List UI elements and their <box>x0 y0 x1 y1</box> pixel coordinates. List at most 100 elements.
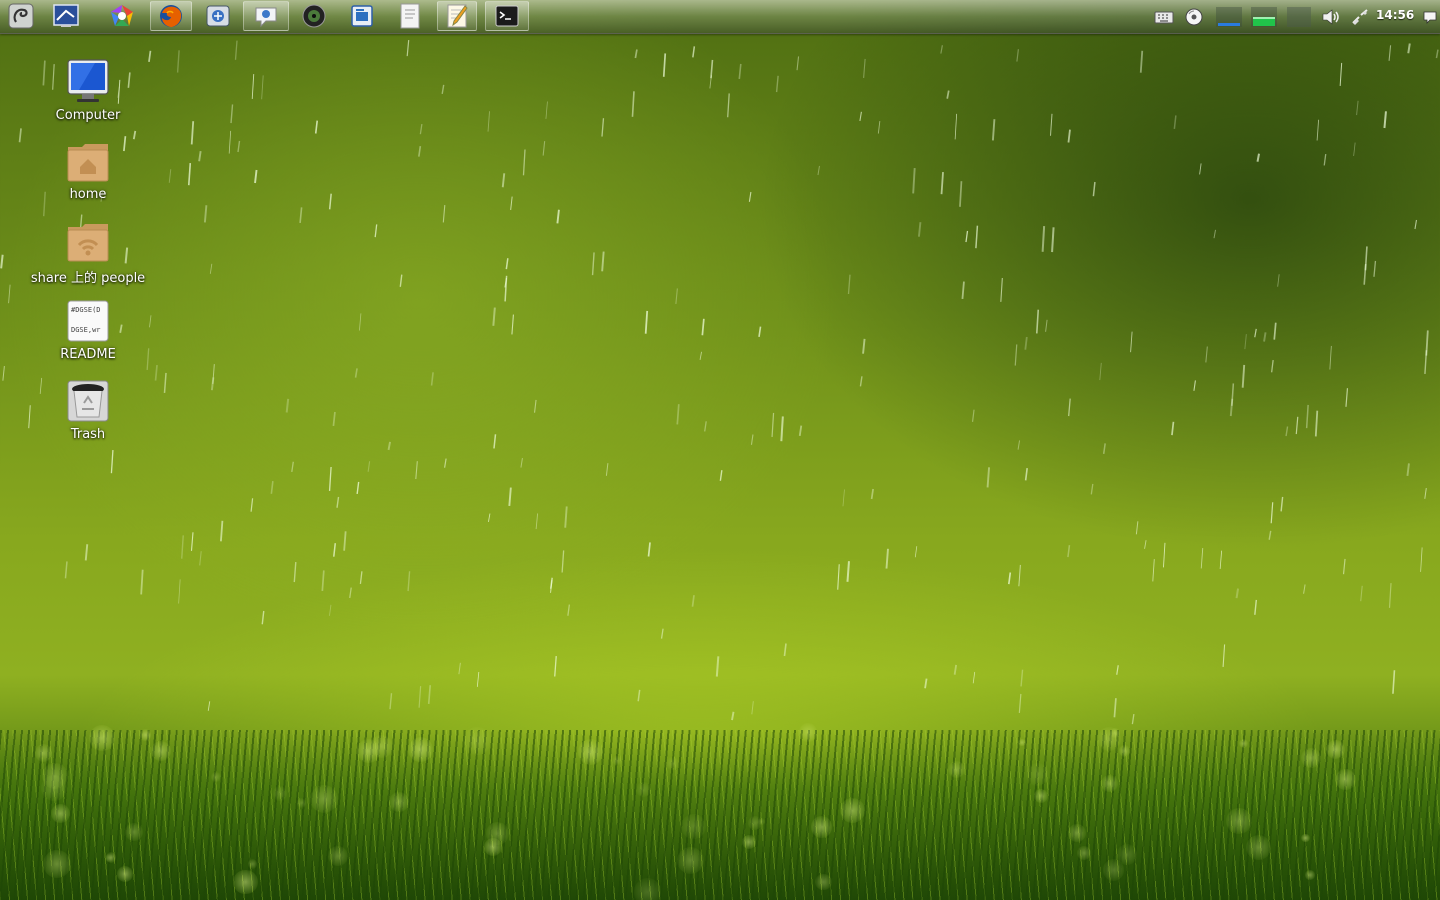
readme-preview-line-1: #DGSE(D <box>71 306 101 314</box>
raindrop <box>798 425 803 437</box>
raindrop <box>556 209 560 224</box>
raindrop <box>254 169 258 184</box>
desktop-icon-network-share[interactable]: share 上的 people <box>18 219 158 286</box>
volume-icon <box>1322 9 1339 25</box>
raindrop <box>1285 426 1289 437</box>
raindrop <box>1130 331 1133 353</box>
firefox-launcher[interactable] <box>150 1 192 31</box>
raindrop <box>1116 665 1119 675</box>
raindrop <box>1425 330 1429 356</box>
raindrop <box>442 204 446 223</box>
raindrop <box>374 224 378 238</box>
bokeh-dot <box>810 816 833 838</box>
panel-clock[interactable]: 14:56 <box>1376 8 1414 22</box>
desktop-manager-launcher[interactable] <box>47 1 85 31</box>
raindrop <box>2 366 5 381</box>
desktop-icon-label: Trash <box>70 427 106 442</box>
raindrop <box>8 284 11 304</box>
raindrop <box>758 326 762 337</box>
bokeh-dot <box>1116 844 1138 865</box>
keyboard-tray-button[interactable] <box>1153 6 1175 28</box>
text-editor-launcher[interactable] <box>437 1 477 31</box>
raindrop <box>228 130 232 154</box>
volume-tray-button[interactable] <box>1320 6 1342 28</box>
raindrop <box>178 579 181 604</box>
raindrop <box>859 111 862 122</box>
bokeh-dot <box>139 729 152 741</box>
raindrop <box>750 434 754 445</box>
mail-launcher[interactable] <box>199 1 237 31</box>
raindrop <box>1363 263 1367 285</box>
cpu-monitor-tray[interactable] <box>1250 6 1278 28</box>
bokeh-dot <box>1226 807 1253 834</box>
raindrop <box>1219 550 1223 569</box>
trash-icon <box>67 380 109 422</box>
raindrop <box>1270 360 1274 373</box>
raindrop <box>877 120 881 134</box>
raindrop <box>329 604 332 616</box>
chat-launcher[interactable] <box>243 1 289 31</box>
raindrop <box>190 121 195 145</box>
raindrop <box>1090 483 1094 495</box>
raindrop <box>971 409 975 422</box>
raindrop <box>647 542 651 557</box>
raindrop <box>1113 698 1117 718</box>
raindrop <box>356 481 360 495</box>
network-icon <box>1352 9 1368 25</box>
raindrop <box>727 93 730 118</box>
raindrop <box>1018 693 1022 713</box>
desktop-icon-computer[interactable]: Computer <box>18 58 158 123</box>
raindrop <box>715 656 720 677</box>
raindrop <box>418 686 422 708</box>
raindrop <box>64 561 68 579</box>
raindrop <box>441 84 445 95</box>
raindrop <box>1199 163 1202 175</box>
desktop-icon-home[interactable]: home <box>18 139 158 202</box>
notification-button[interactable] <box>1421 6 1439 28</box>
disc-tray-button[interactable] <box>1183 6 1205 28</box>
file-manager-launcher[interactable] <box>391 1 429 31</box>
bokeh-dot <box>634 878 662 900</box>
terminal-launcher[interactable] <box>485 1 529 31</box>
workspace-switcher[interactable] <box>1286 6 1312 28</box>
raindrop <box>176 50 180 73</box>
raindrop <box>328 193 332 210</box>
desktop-icon-readme[interactable]: #DGSE(D DGSE,wr README <box>18 299 158 362</box>
raindrop <box>783 643 787 657</box>
raindrop <box>959 181 963 207</box>
raindrop <box>333 543 337 557</box>
raindrop <box>359 571 363 584</box>
raindrop <box>354 368 358 378</box>
chat-client-icon <box>255 7 277 28</box>
raindrop <box>1041 225 1046 252</box>
raindrop <box>1254 328 1257 338</box>
raindrop <box>564 506 568 528</box>
raindrop <box>1244 334 1247 350</box>
network-tray-button[interactable] <box>1349 6 1371 28</box>
media-player-launcher[interactable] <box>295 1 333 31</box>
bokeh-dot <box>1246 834 1272 860</box>
raindrop <box>1383 111 1387 129</box>
raindrop <box>285 398 290 413</box>
raindrop <box>1388 583 1392 608</box>
raindrop <box>1373 260 1377 277</box>
raindrop <box>168 169 172 183</box>
raindrop <box>637 689 641 702</box>
raindrop <box>1388 45 1392 61</box>
chrome-launcher[interactable] <box>103 1 141 31</box>
app-menu-button[interactable] <box>2 1 40 31</box>
network-monitor-tray[interactable] <box>1215 6 1243 28</box>
document-viewer-launcher[interactable] <box>343 1 381 31</box>
raindrop <box>1024 336 1028 350</box>
raindrop <box>198 150 202 162</box>
raindrop <box>505 258 509 270</box>
raindrop <box>359 313 362 331</box>
desktop-icon-label: Computer <box>55 108 121 123</box>
raindrop <box>991 119 996 141</box>
raindrop <box>542 141 546 156</box>
raindrop <box>343 531 347 551</box>
desktop-icon-trash[interactable]: Trash <box>18 379 158 442</box>
raindrop <box>863 58 866 78</box>
cpu-monitor-icon <box>1251 7 1277 27</box>
raindrop <box>367 461 371 472</box>
